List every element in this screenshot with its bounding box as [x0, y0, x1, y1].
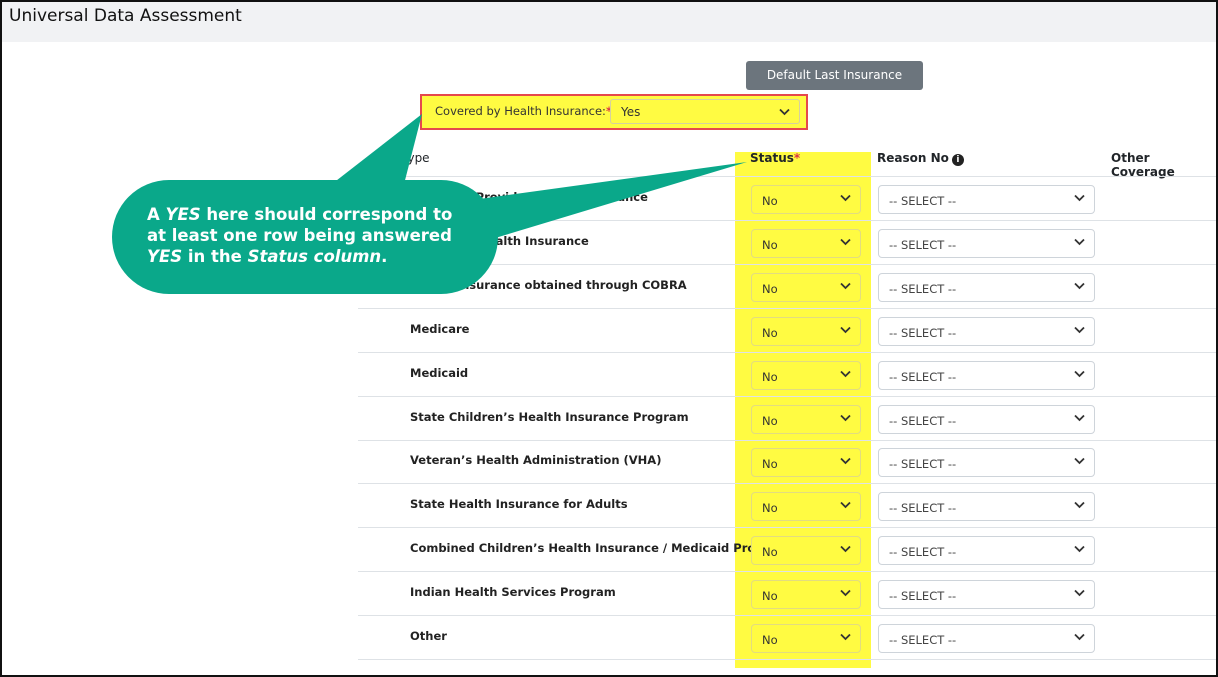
callout-text-part: in the — [182, 247, 248, 266]
callout-emphasis: YES — [147, 247, 183, 266]
callout-emphasis: YES — [165, 205, 201, 224]
callout-pointer-right — [472, 162, 747, 242]
callout-text: A YES here should correspond to at least… — [147, 204, 477, 267]
callout-text-part: . — [381, 247, 388, 266]
assessment-window: Universal Data Assessment Default Last I… — [0, 0, 1218, 677]
callout-emphasis: Status column — [247, 247, 382, 266]
callout-bubble — [112, 114, 747, 294]
callout-text-part: A — [147, 205, 166, 224]
